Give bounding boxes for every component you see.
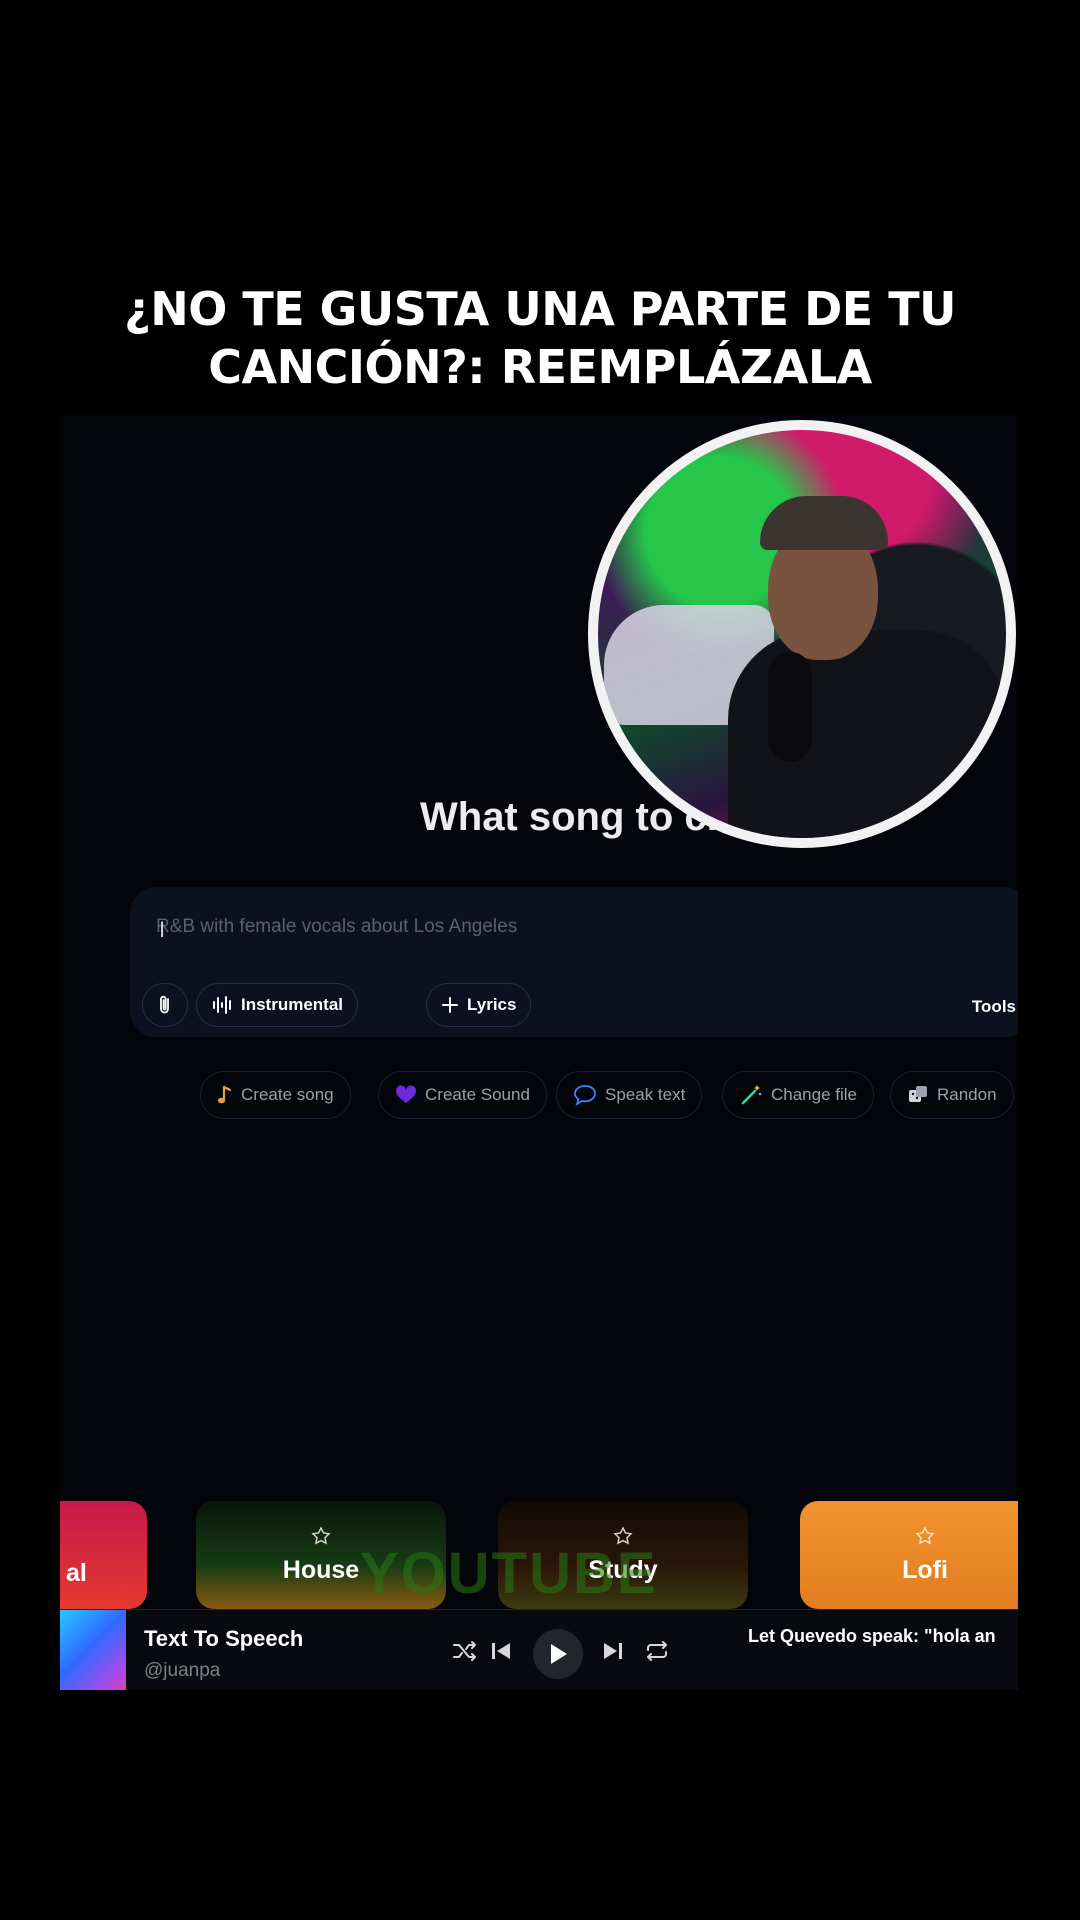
instrumental-label: Instrumental (241, 995, 344, 1014)
shuffle-icon (453, 1641, 476, 1661)
webcam-overlay (588, 420, 1016, 848)
prompt-composer: I Instrumental Lyrics Tools (130, 887, 1018, 1037)
previous-button[interactable] (486, 1636, 516, 1666)
waveform-icon (213, 996, 231, 1014)
video-caption: ¿NO TE GUSTA UNA PARTE DE TU CANCIÓN?: R… (0, 280, 1080, 396)
random-label: Randon (937, 1085, 997, 1104)
music-player: Text To Speech @juanpa Let Quevedo speak… (60, 1609, 1018, 1690)
create-sound-label: Create Sound (425, 1085, 530, 1104)
magic-wand-icon (741, 1085, 762, 1105)
prompt-input[interactable] (156, 907, 976, 947)
speak-text-label: Speak text (605, 1085, 686, 1104)
genre-card-label: Lofi (902, 1555, 948, 1584)
sparkle-icon (311, 1525, 331, 1545)
plus-icon (442, 997, 458, 1013)
paperclip-icon (160, 995, 169, 1014)
random-chip[interactable]: Randon (890, 1071, 1014, 1119)
sparkle-icon (915, 1525, 935, 1545)
track-artwork[interactable] (60, 1610, 126, 1690)
repeat-button[interactable] (642, 1636, 672, 1666)
instrumental-toggle[interactable]: Instrumental (196, 983, 359, 1027)
genre-card-label: House (282, 1555, 360, 1584)
dice-icon (909, 1086, 927, 1102)
presenter-cap (760, 496, 888, 550)
next-button[interactable] (598, 1636, 628, 1666)
now-playing-text: Let Quevedo speak: "hola an (748, 1626, 996, 1646)
play-button[interactable] (533, 1629, 583, 1679)
play-icon (551, 1644, 567, 1664)
suggestion-chips: Create song Create Sound Speak text Chan… (200, 1071, 1018, 1121)
speak-text-chip[interactable]: Speak text (556, 1071, 703, 1119)
create-song-label: Create song (241, 1085, 334, 1104)
caption-line-2: CANCIÓN?: REEMPLÁZALA (208, 340, 872, 394)
lyrics-button[interactable]: Lyrics (426, 983, 532, 1027)
change-file-chip[interactable]: Change file (722, 1071, 875, 1119)
track-author[interactable]: @juanpa (144, 1660, 220, 1682)
create-sound-chip[interactable]: Create Sound (378, 1071, 547, 1119)
genre-card-lofi[interactable]: Lofi (800, 1501, 1018, 1609)
shuffle-button[interactable] (450, 1636, 480, 1666)
genre-card-label: al (66, 1559, 87, 1587)
youtube-watermark: YOUTUBE (360, 1541, 658, 1606)
create-song-chip[interactable]: Create song (200, 1071, 351, 1119)
attach-button[interactable] (142, 983, 188, 1027)
tools-button[interactable]: Tools (972, 997, 1016, 1017)
speech-bubble-icon (574, 1085, 596, 1106)
skip-back-icon (492, 1643, 510, 1659)
heart-icon (395, 1085, 417, 1103)
skip-forward-icon (604, 1643, 622, 1659)
text-cursor-icon: I (159, 917, 166, 942)
change-file-label: Change file (771, 1085, 858, 1104)
track-title[interactable]: Text To Speech (144, 1626, 303, 1652)
caption-line-1: ¿NO TE GUSTA UNA PARTE DE TU (124, 282, 956, 336)
microphone-icon (768, 652, 812, 762)
lyrics-label: Lyrics (467, 995, 517, 1014)
music-note-icon (217, 1085, 232, 1104)
genre-card-partial[interactable]: al (60, 1501, 147, 1609)
repeat-icon (647, 1641, 667, 1661)
